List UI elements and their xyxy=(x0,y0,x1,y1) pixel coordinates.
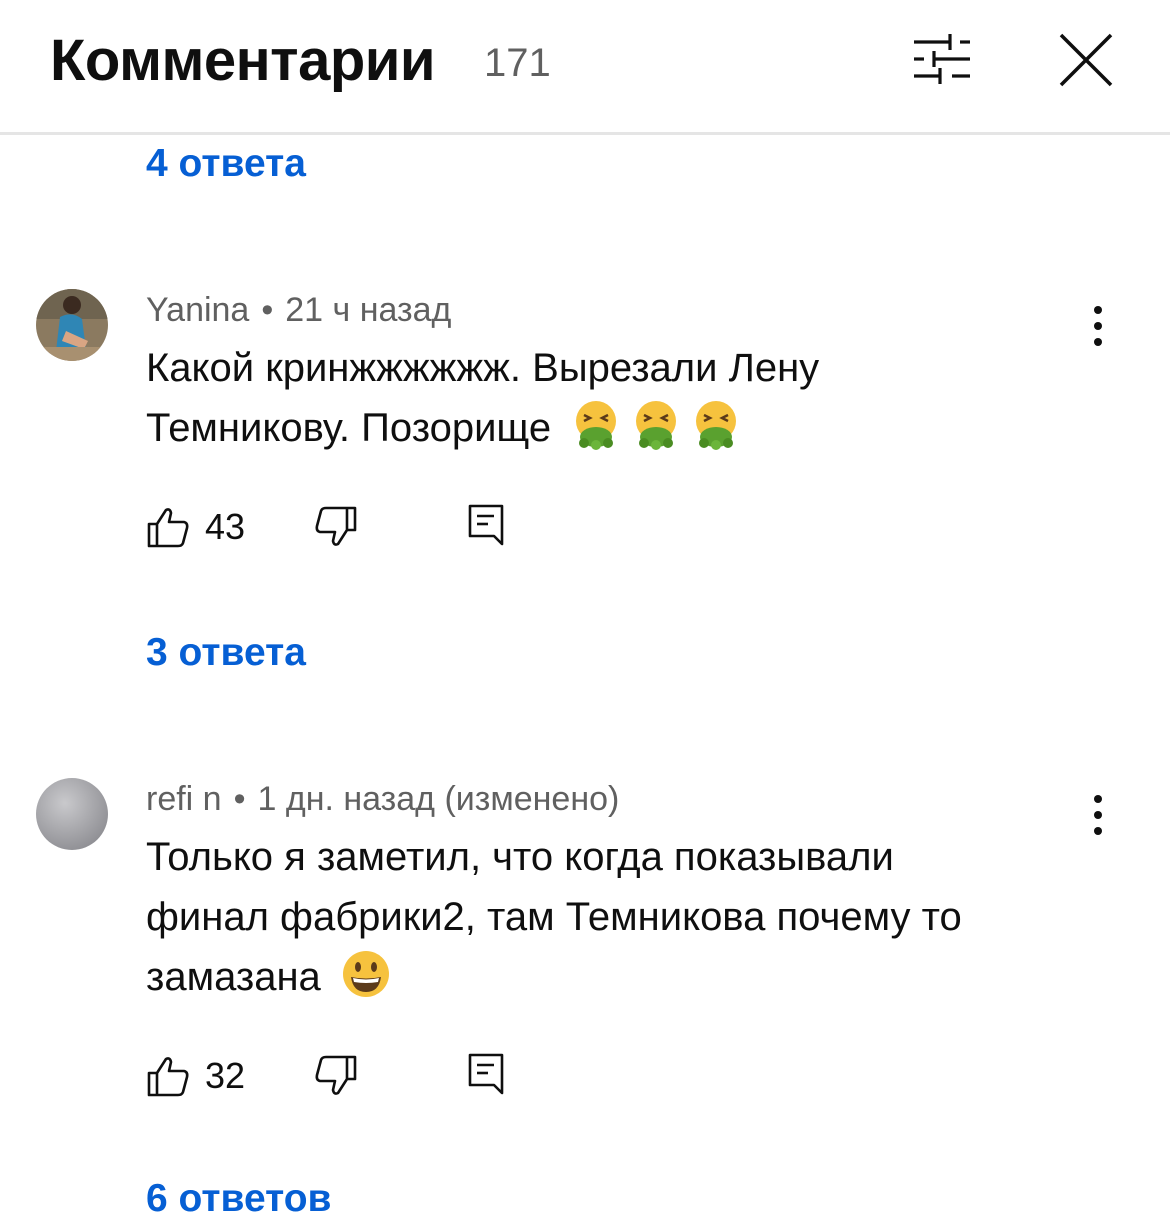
close-button[interactable] xyxy=(1056,30,1116,90)
dislike-button[interactable] xyxy=(314,506,358,548)
vomiting-face-emoji xyxy=(690,399,742,468)
comment-line: Только я заметил, что когда показывали xyxy=(146,835,894,879)
sliders-icon xyxy=(914,34,970,84)
meta-separator: • xyxy=(233,780,246,818)
comment-line: Темникову. Позорище xyxy=(146,398,1066,468)
comment-line: финал фабрики2, там Темникова почему то xyxy=(146,895,962,939)
author-name[interactable]: refi n xyxy=(146,780,222,818)
meta-separator: • xyxy=(261,291,274,329)
comment-line: замазана xyxy=(146,947,1066,1017)
timestamp: 1 дн. назад (изменено) xyxy=(257,780,620,818)
thumbs-up-icon xyxy=(147,1057,189,1097)
thumbs-down-icon xyxy=(315,1055,357,1095)
like-button[interactable] xyxy=(146,506,190,548)
filter-button[interactable] xyxy=(912,32,972,86)
author-name[interactable]: Yanina xyxy=(146,291,249,329)
comment-meta: refi n • 1 дн. назад (изменено) xyxy=(146,779,619,819)
close-icon xyxy=(1059,33,1113,87)
dislike-button[interactable] xyxy=(314,1055,358,1097)
comment-text: Какой кринжжжжжж. Вырезали Лену Темников… xyxy=(146,338,1066,468)
thumbs-down-icon xyxy=(315,506,357,546)
thumbs-up-icon xyxy=(147,508,189,548)
like-count: 32 xyxy=(205,1055,246,1096)
like-count: 43 xyxy=(205,506,246,547)
comment-icon xyxy=(468,1053,504,1095)
replies-link[interactable]: 6 ответов xyxy=(146,1176,332,1222)
avatar[interactable] xyxy=(36,778,108,850)
reply-button[interactable] xyxy=(468,1053,504,1095)
more-vertical-icon xyxy=(1094,795,1102,835)
vomiting-face-emoji xyxy=(570,399,622,468)
comment-line-text: замазана xyxy=(146,955,321,999)
vomiting-face-emoji xyxy=(630,399,682,468)
comment-count: 171 xyxy=(484,41,551,85)
comment-meta: Yanina • 21 ч назад xyxy=(146,290,451,330)
page-title: Комментарии xyxy=(50,28,436,93)
grinning-face-emoji xyxy=(340,948,392,1017)
comments-header: Комментарии 171 xyxy=(0,0,1170,135)
replies-link[interactable]: 3 ответа xyxy=(146,630,306,676)
comment-line-text: Темникову. Позорище xyxy=(146,406,552,450)
timestamp: 21 ч назад xyxy=(285,291,452,329)
like-button[interactable] xyxy=(146,1055,190,1097)
comment-line: Какой кринжжжжжж. Вырезали Лену xyxy=(146,346,820,390)
more-vertical-icon xyxy=(1094,306,1102,346)
more-options-button[interactable] xyxy=(1082,791,1114,839)
replies-link[interactable]: 4 ответа xyxy=(146,141,306,187)
more-options-button[interactable] xyxy=(1082,302,1114,350)
comment-text: Только я заметил, что когда показывали ф… xyxy=(146,827,1066,1017)
comment-icon xyxy=(468,504,504,546)
reply-button[interactable] xyxy=(468,504,504,546)
avatar[interactable] xyxy=(36,289,108,361)
